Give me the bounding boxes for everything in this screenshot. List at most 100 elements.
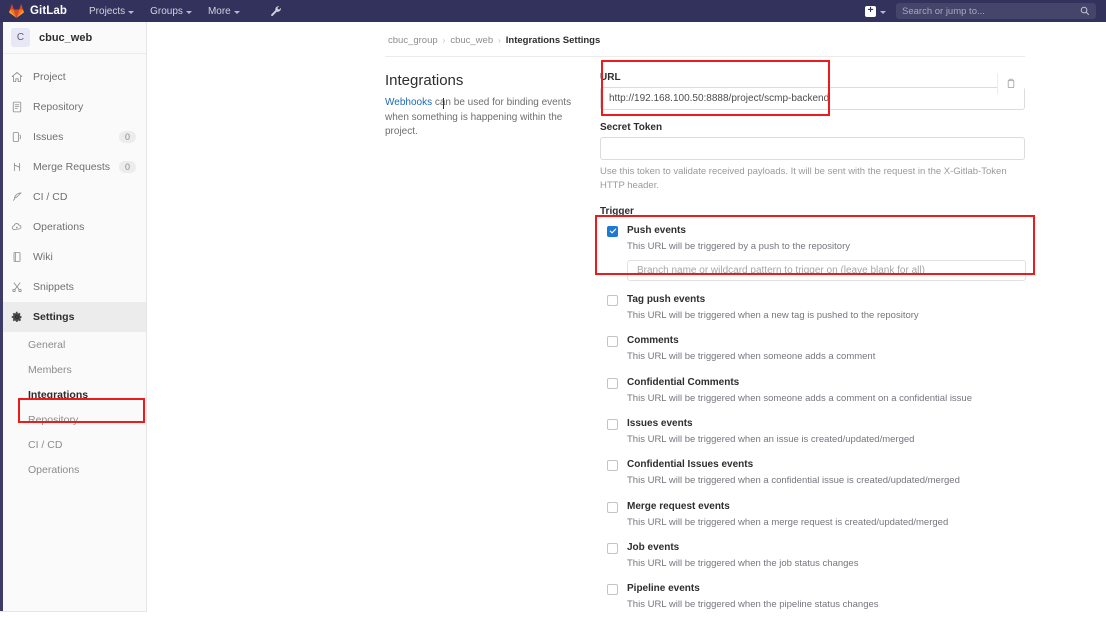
search-icon [1080, 6, 1090, 16]
primary-nav: Projects Groups More [89, 5, 283, 18]
trigger-description: This URL will be triggered when someone … [627, 392, 972, 404]
sidebar-subitem-general[interactable]: General [0, 332, 146, 357]
push-events-branch-input[interactable]: Branch name or wildcard pattern to trigg… [627, 259, 1026, 281]
sidebar-subitem-integrations[interactable]: Integrations [0, 382, 146, 407]
trigger-description: This URL will be triggered when the pipe… [627, 599, 879, 611]
comments-checkbox[interactable] [607, 336, 618, 348]
sidebar-item-operations[interactable]: Operations [0, 212, 146, 242]
trigger-description: This URL will be triggered when an issue… [627, 433, 915, 445]
trigger-description: This URL will be triggered when a merge … [627, 516, 949, 528]
trigger-description: This URL will be triggered when someone … [627, 351, 876, 363]
merge-request-icon [11, 161, 27, 173]
admin-area-button[interactable] [270, 5, 283, 18]
subitem-label: Integrations [28, 388, 89, 401]
sidebar-item-issues[interactable]: Issues 0 [0, 122, 146, 152]
trigger-label: Issues events [627, 417, 693, 429]
tag-push-events-checkbox[interactable] [607, 294, 618, 306]
trigger-body: Pipeline events This URL will be trigger… [627, 583, 1025, 611]
sidebar-subitem-operations[interactable]: Operations [0, 457, 146, 482]
nav-groups[interactable]: Groups [150, 6, 192, 17]
trigger-push-events: Push events This URL will be triggered b… [600, 225, 1026, 281]
new-item-button[interactable]: + [865, 5, 886, 17]
secret-token-input[interactable] [600, 137, 1025, 160]
sidebar-item-project[interactable]: Project [0, 62, 146, 92]
push-events-checkbox[interactable] [607, 225, 618, 237]
search-placeholder: Search or jump to... [902, 5, 985, 17]
sidebar-item-ci-cd[interactable]: CI / CD [0, 182, 146, 212]
trigger-body: Confidential Issues events This URL will… [627, 459, 1025, 487]
secret-token-field-group: Secret Token Use this token to validate … [600, 122, 1025, 194]
search-input[interactable]: Search or jump to... [896, 3, 1096, 19]
sidebar-item-label: Wiki [33, 251, 53, 263]
top-navbar: GitLab Projects Groups More + Search or … [0, 0, 1106, 22]
sidebar-item-label: Settings [33, 311, 75, 323]
breadcrumb-group[interactable]: cbuc_group [388, 35, 438, 46]
project-header[interactable]: C cbuc_web [0, 22, 146, 54]
trigger-body: Job events This URL will be triggered wh… [627, 542, 1025, 570]
trigger-label: Tag push events [627, 293, 706, 305]
brand-name: GitLab [30, 5, 68, 17]
topbar-right-group: + Search or jump to... [865, 3, 1096, 19]
webhook-form-column: URL http://192.168.100.50:8888/project/s… [600, 72, 1026, 621]
issues-events-checkbox[interactable] [607, 418, 618, 430]
sidebar-item-label: Project [33, 71, 66, 83]
issues-count-badge: 0 [118, 131, 136, 143]
document-icon [11, 101, 27, 113]
trigger-description: This URL will be triggered when the job … [627, 557, 859, 569]
confidential-comments-checkbox[interactable] [607, 377, 618, 389]
trigger-body: Issues events This URL will be triggered… [627, 418, 1025, 446]
trigger-label: Confidential Comments [627, 376, 740, 388]
sidebar-item-label: Snippets [33, 281, 74, 293]
trigger-issues-events: Issues events This URL will be triggered… [600, 418, 1025, 446]
confidential-issues-events-checkbox[interactable] [607, 460, 618, 472]
trigger-description: This URL will be triggered when a confid… [627, 475, 960, 487]
gitlab-tanuki-icon [9, 4, 24, 18]
trigger-label: Pipeline events [627, 583, 700, 595]
sidebar-subitem-members[interactable]: Members [0, 357, 146, 382]
check-icon [609, 228, 616, 234]
nav-more[interactable]: More [208, 6, 240, 17]
url-field-group: URL http://192.168.100.50:8888/project/s… [600, 72, 1025, 110]
sidebar-nav: Project Repository Issues 0 Merge Reques… [0, 54, 146, 488]
pipeline-events-checkbox[interactable] [607, 584, 618, 596]
clipboard-icon [1007, 78, 1015, 88]
breadcrumb-project[interactable]: cbuc_web [450, 35, 493, 46]
sidebar-item-snippets[interactable]: Snippets [0, 272, 146, 302]
trigger-body: Comments This URL will be triggered when… [627, 335, 1025, 363]
sidebar-item-label: Operations [33, 221, 85, 233]
sidebar-item-merge-requests[interactable]: Merge Requests 0 [0, 152, 146, 182]
integrations-description: Webhooks can be used for binding events … [385, 96, 590, 140]
job-events-checkbox[interactable] [607, 542, 618, 554]
trigger-list: Push events This URL will be triggered b… [600, 225, 1026, 621]
sidebar-item-settings[interactable]: Settings [0, 302, 146, 332]
sidebar-item-wiki[interactable]: Wiki [0, 242, 146, 272]
sidebar-item-repository[interactable]: Repository [0, 92, 146, 122]
integrations-description-column: Integrations Webhooks can be used for bi… [385, 72, 590, 621]
sidebar-item-label: Repository [33, 101, 84, 113]
chevron-down-icon [128, 10, 135, 14]
settings-columns: Integrations Webhooks can be used for bi… [147, 57, 1106, 621]
subitem-label: CI / CD [28, 438, 63, 451]
page-title: Integrations [385, 72, 464, 89]
copy-url-button[interactable] [997, 73, 1024, 94]
subitem-label: Members [28, 363, 72, 376]
url-value: http://192.168.100.50:8888/project/scmp-… [609, 93, 830, 104]
branch-placeholder: Branch name or wildcard pattern to trigg… [637, 264, 925, 276]
webhooks-link[interactable]: Webhooks [385, 97, 432, 108]
plus-square-icon: + [865, 5, 876, 17]
trigger-label: Comments [627, 335, 679, 347]
gitlab-logo[interactable]: GitLab [9, 4, 67, 18]
nav-projects[interactable]: Projects [89, 6, 135, 17]
breadcrumb-current: Integrations Settings [505, 35, 601, 46]
chevron-down-icon [233, 10, 240, 14]
nav-more-label: More [207, 5, 231, 17]
breadcrumb-separator: › [498, 36, 501, 45]
sidebar-subitem-ci-cd[interactable]: CI / CD [0, 432, 146, 457]
url-input[interactable]: http://192.168.100.50:8888/project/scmp-… [600, 87, 1025, 110]
sidebar-subitem-repository[interactable]: Repository [0, 407, 146, 432]
trigger-body: Tag push events This URL will be trigger… [627, 294, 1025, 322]
home-icon [11, 71, 27, 83]
cloud-icon [11, 221, 27, 233]
subitem-label: Operations [28, 463, 80, 476]
merge-request-events-checkbox[interactable] [607, 501, 618, 513]
